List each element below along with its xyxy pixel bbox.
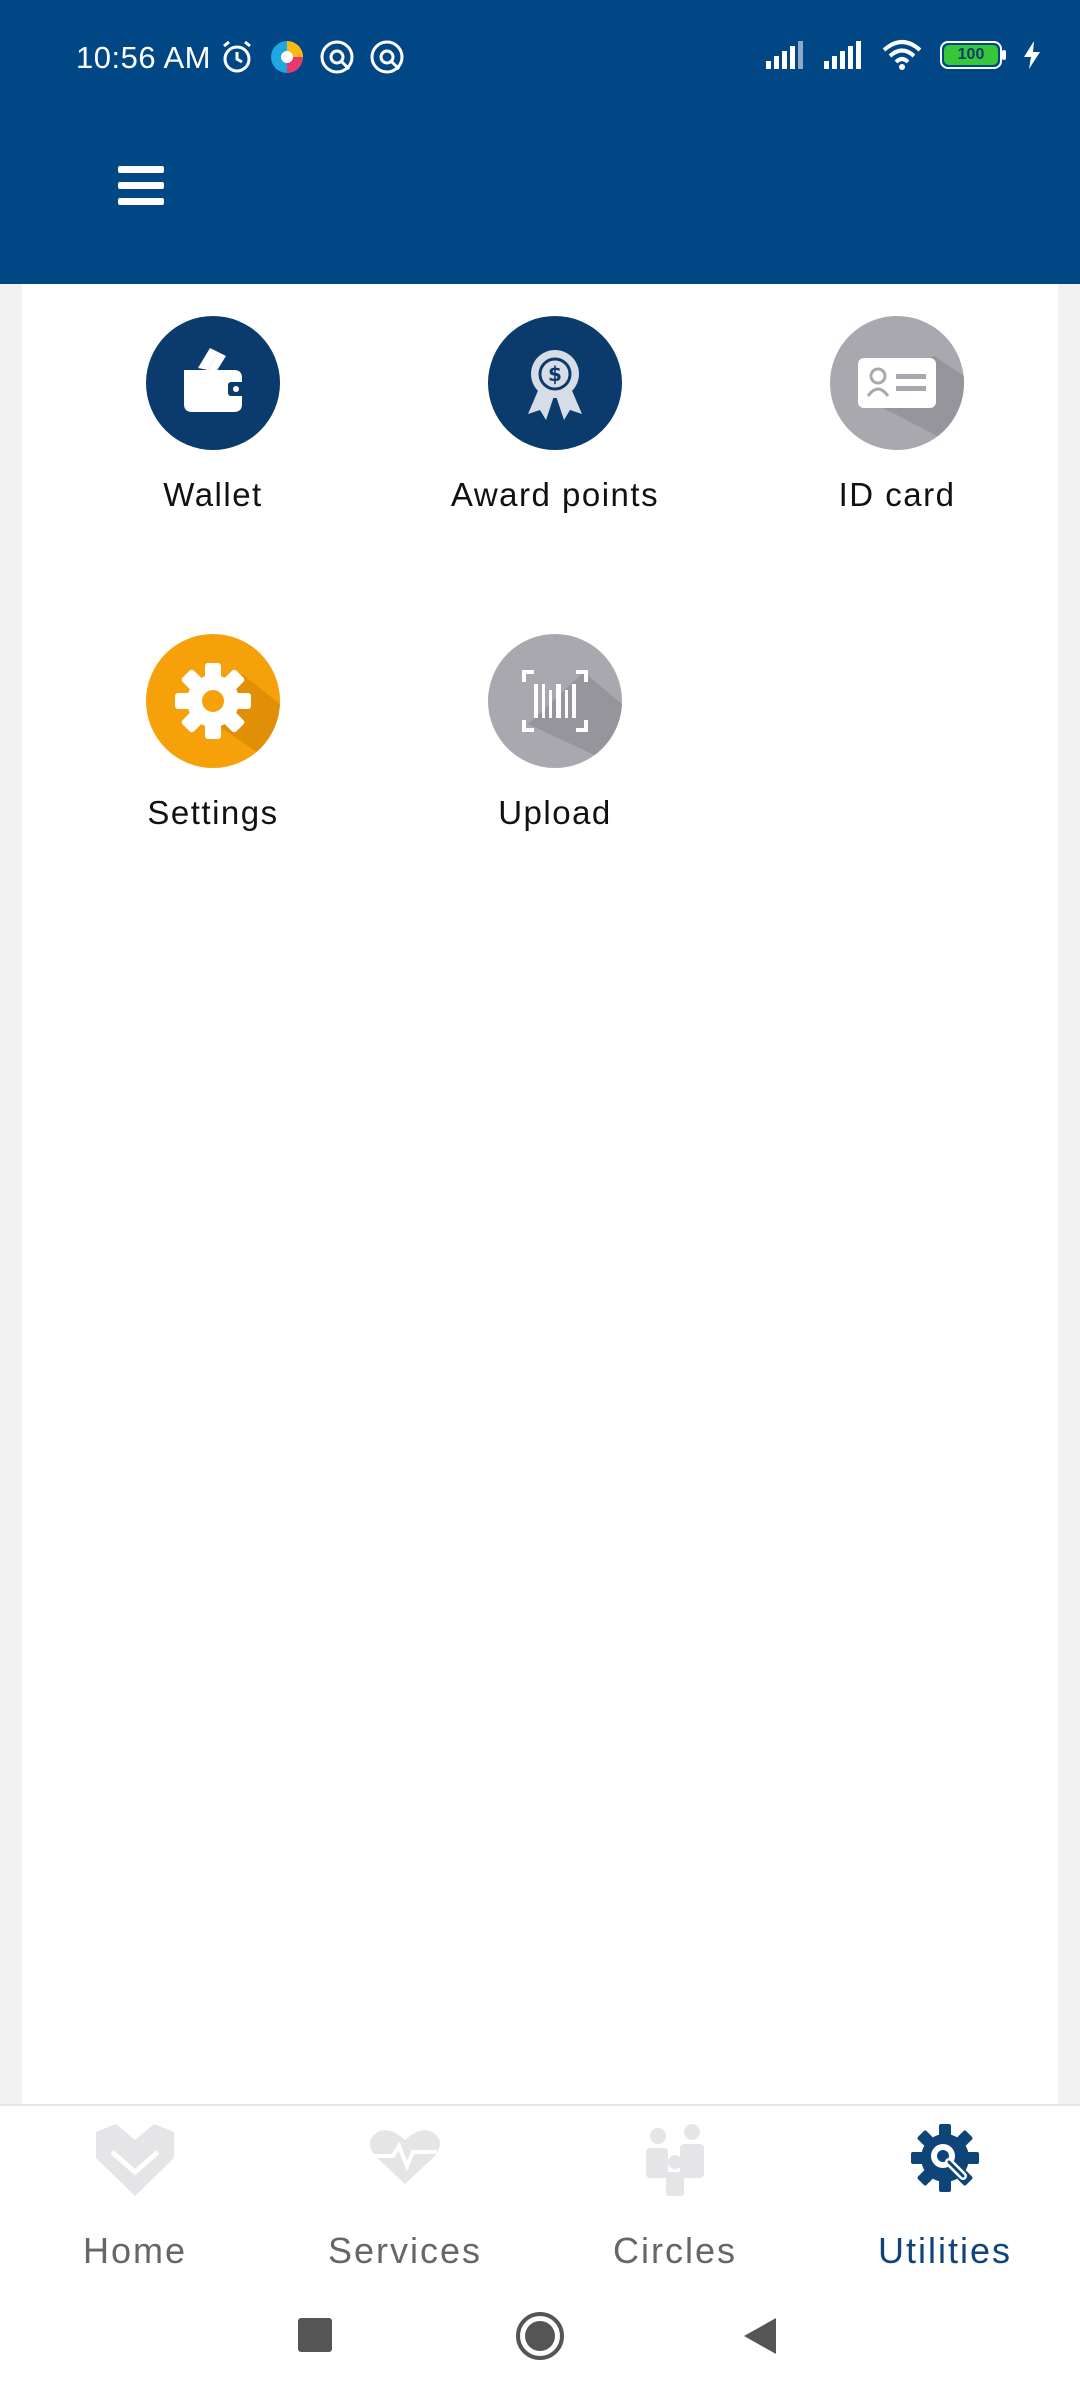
award-points-label: Award points	[450, 476, 660, 513]
back-button[interactable]	[742, 2316, 780, 2356]
id-card-tile[interactable]: ID card	[747, 316, 1047, 556]
signal-icon	[766, 41, 803, 69]
nav-services[interactable]: Services	[270, 2106, 540, 2272]
nav-utilities-label: Utilities	[877, 2230, 1012, 2271]
nav-home-label: Home	[82, 2230, 188, 2271]
status-time: 10:56 AM	[76, 40, 211, 75]
wifi-icon	[882, 40, 922, 70]
alarm-icon	[223, 40, 251, 73]
bottom-nav: Home Services Circles Utilities	[0, 2104, 1080, 2272]
home-button[interactable]	[514, 2310, 566, 2362]
wallet-label: Wallet	[163, 476, 263, 513]
nav-circles-label: Circles	[612, 2230, 737, 2271]
status-icons-left	[218, 38, 406, 76]
people-icon	[646, 2124, 704, 2196]
gear-icon	[146, 634, 280, 768]
notification-icon	[370, 40, 404, 74]
wallet-icon	[146, 316, 280, 450]
recents-button[interactable]	[296, 2316, 334, 2354]
award-points-tile[interactable]: $ Award points	[405, 316, 705, 556]
nav-circles[interactable]: Circles	[540, 2106, 810, 2272]
upload-tile[interactable]: Upload	[405, 634, 705, 874]
charging-icon	[1024, 41, 1040, 69]
id-card-label: ID card	[838, 476, 956, 513]
heartbeat-icon	[370, 2130, 440, 2184]
utilities-panel: Wallet $ Award points ID card Settings U…	[22, 284, 1058, 2104]
signal-icon	[824, 41, 861, 69]
browser-icon	[271, 41, 303, 73]
nav-services-label: Services	[327, 2230, 483, 2271]
battery-level: 100	[957, 46, 985, 63]
hamburger-menu-icon[interactable]	[118, 166, 164, 206]
upload-label: Upload	[498, 794, 612, 831]
svg-text:$: $	[548, 362, 562, 386]
status-icons-right: 100	[764, 38, 1042, 72]
barcode-scan-icon	[488, 634, 622, 768]
settings-label: Settings	[147, 794, 279, 831]
home-icon	[96, 2124, 174, 2196]
battery-icon: 100	[940, 41, 1006, 69]
wrench-gear-icon	[911, 2124, 979, 2192]
notification-icon	[320, 40, 354, 74]
settings-tile[interactable]: Settings	[63, 634, 363, 874]
award-icon: $	[488, 316, 622, 450]
app-header: 10:56 AM 100	[0, 0, 1080, 284]
nav-utilities[interactable]: Utilities	[810, 2106, 1080, 2272]
wallet-tile[interactable]: Wallet	[63, 316, 363, 556]
system-nav-bar	[0, 2270, 1080, 2400]
id-card-icon	[830, 316, 964, 450]
nav-home[interactable]: Home	[0, 2106, 270, 2272]
